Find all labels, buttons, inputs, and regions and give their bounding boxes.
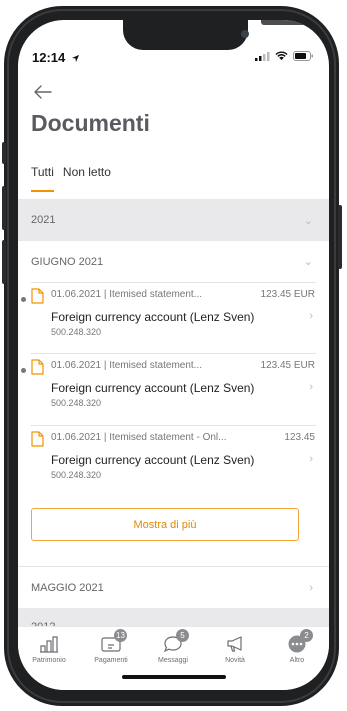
document-icon: [31, 288, 44, 304]
megaphone-icon: [227, 636, 242, 652]
document-meta: 01.06.2021 | Itemised statement...: [51, 360, 203, 371]
active-tab-indicator: [31, 190, 54, 192]
signal-icon: [255, 51, 270, 61]
status-time: 12:14: [32, 50, 80, 65]
chevron-right-icon: ›: [309, 581, 313, 594]
document-name: Foreign currency account (Lenz Sven): [51, 453, 255, 467]
power-button: [338, 205, 342, 269]
volume-up-button: [2, 186, 6, 230]
mute-switch: [2, 142, 6, 164]
notification-badge: 13: [114, 629, 127, 642]
document-meta: 01.06.2021 | Itemised statement - Onl...: [51, 432, 227, 443]
document-item[interactable]: 01.06.2021 | Itemised statement - Onl...…: [18, 426, 329, 498]
battery-icon: [293, 51, 313, 61]
document-amount: 123.45: [284, 432, 315, 443]
notification-badge: 5: [176, 629, 189, 642]
document-name: Foreign currency account (Lenz Sven): [51, 381, 255, 395]
chevron-down-icon: ⌄: [303, 214, 313, 227]
status-time-text: 12:14: [32, 50, 66, 65]
tab-tutti[interactable]: Tutti: [31, 165, 54, 179]
document-item[interactable]: 01.06.2021 | Itemised statement... 123.4…: [18, 354, 329, 426]
chart-bars-icon: [40, 636, 58, 653]
chevron-right-icon: ›: [309, 453, 313, 465]
filter-tabs: Tutti Non letto: [31, 165, 111, 179]
document-account: 500.248.320: [51, 398, 102, 408]
chevron-right-icon: ›: [309, 310, 313, 322]
status-icons: [255, 51, 314, 61]
chevron-right-icon: ›: [309, 381, 313, 393]
tabbar-item-altro[interactable]: 2 Altro: [266, 629, 328, 664]
chevron-up-icon: ⌄: [303, 256, 313, 268]
document-account: 500.248.320: [51, 327, 102, 337]
document-amount: 123.45 EUR: [260, 289, 315, 300]
camera: [241, 30, 249, 38]
month-label-maggio: MAGGIO 2021: [31, 581, 104, 594]
tabbar-label: Patrimonio: [32, 657, 66, 664]
tabbar-label: Pagamenti: [94, 657, 128, 664]
tab-non-letto[interactable]: Non letto: [63, 165, 111, 179]
month-section-maggio[interactable]: MAGGIO 2021 ›: [18, 566, 329, 608]
year-label-2021: 2021: [31, 214, 56, 226]
document-meta: 01.06.2021 | Itemised statement...: [51, 289, 203, 300]
document-icon: [31, 359, 44, 375]
tabbar-label: Altro: [289, 657, 305, 664]
document-account: 500.248.320: [51, 470, 102, 480]
wifi-icon: [275, 51, 288, 61]
page-title: Documenti: [31, 110, 150, 136]
screen: 12:14 Documenti Tutti Non letto 2021 ⌄ G…: [18, 20, 329, 690]
home-indicator: [122, 675, 226, 679]
back-arrow-icon[interactable]: [31, 82, 55, 102]
notch: [123, 20, 321, 50]
bottom-tab-bar: Patrimonio 13 Pagamenti 5 Messaggi Novit…: [18, 626, 329, 690]
unread-dot: [21, 297, 26, 302]
tabbar-item-messaggi[interactable]: 5 Messaggi: [142, 629, 204, 664]
unread-dot: [21, 368, 26, 373]
show-more-button[interactable]: Mostra di più: [31, 508, 299, 541]
tabbar-item-novita[interactable]: Novità: [204, 631, 266, 664]
year-section-2021[interactable]: 2021 ⌄: [18, 199, 329, 241]
month-label-giugno: GIUGNO 2021: [31, 255, 104, 268]
tabbar-label: Messaggi: [158, 657, 188, 664]
month-section-giugno[interactable]: GIUGNO 2021 ⌄: [18, 241, 329, 282]
document-amount: 123.45 EUR: [260, 360, 315, 371]
document-name: Foreign currency account (Lenz Sven): [51, 310, 255, 324]
volume-down-button: [2, 240, 6, 284]
tabbar-label: Novità: [225, 657, 245, 664]
speaker: [261, 20, 321, 25]
tabbar-item-patrimonio[interactable]: Patrimonio: [18, 631, 80, 664]
tabbar-item-pagamenti[interactable]: 13 Pagamenti: [80, 629, 142, 664]
notification-badge: 2: [300, 629, 313, 642]
document-icon: [31, 431, 44, 447]
document-item[interactable]: 01.06.2021 | Itemised statement... 123.4…: [18, 283, 329, 355]
location-arrow-icon: [71, 54, 79, 63]
